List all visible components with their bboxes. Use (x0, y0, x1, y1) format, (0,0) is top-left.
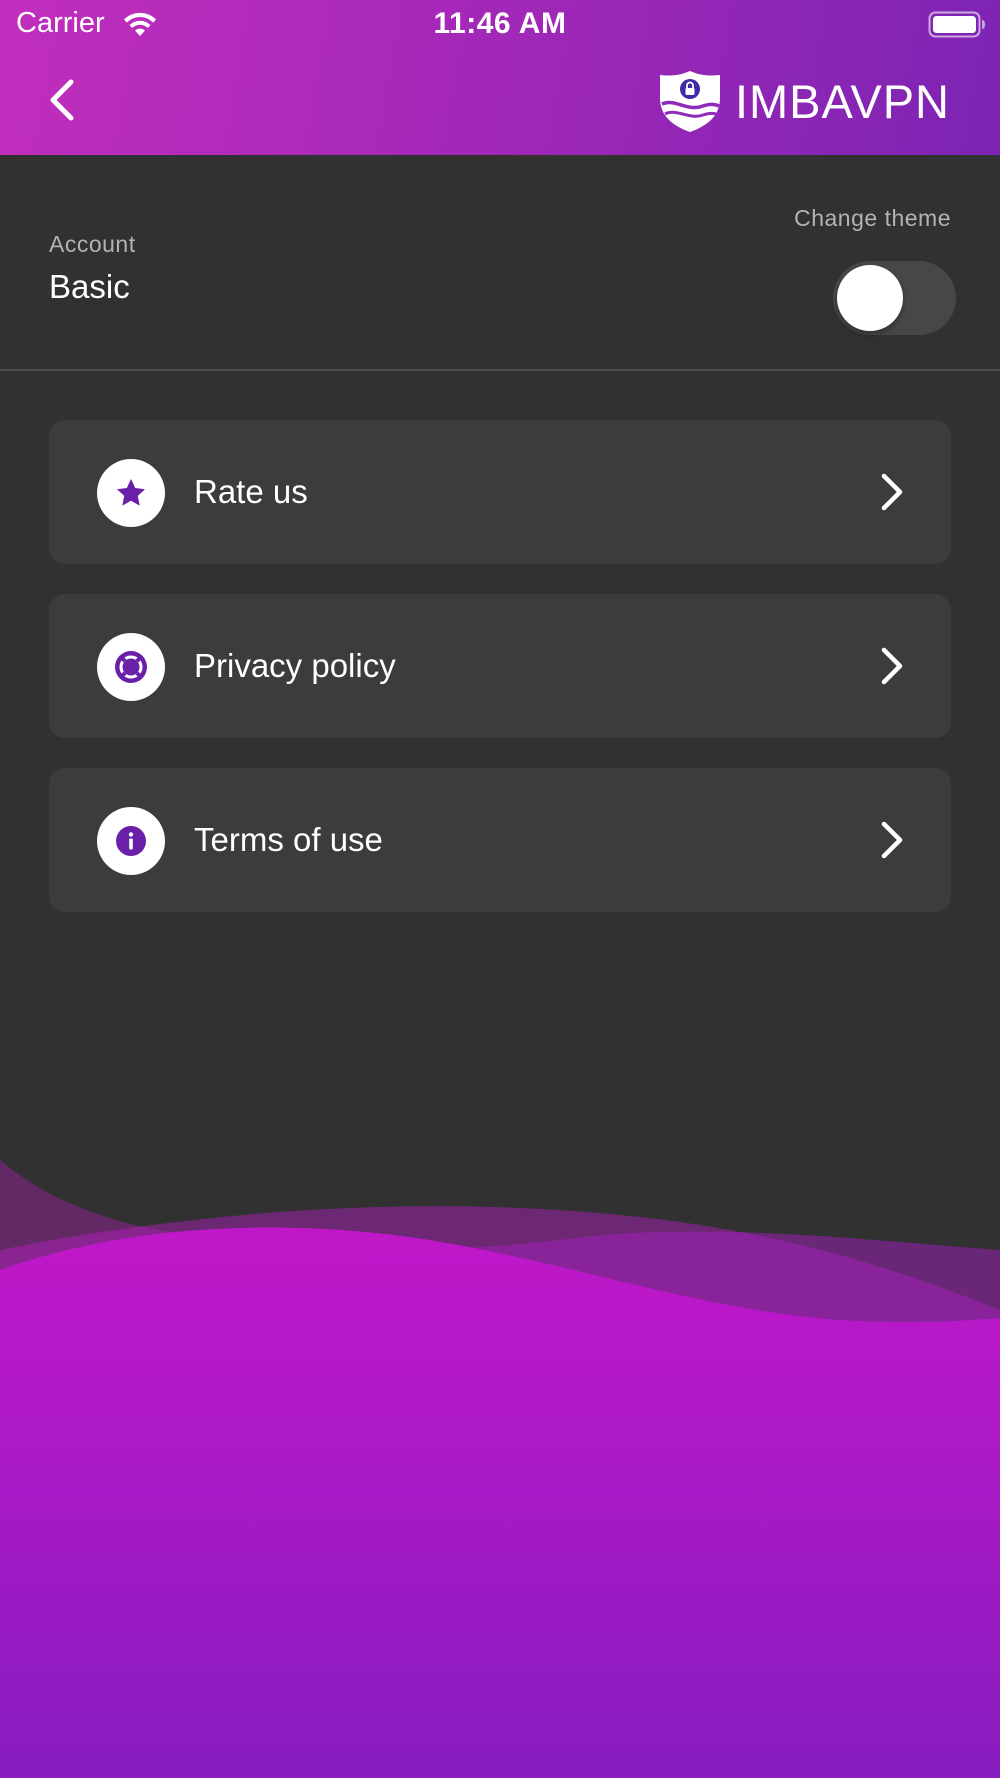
info-icon (116, 826, 146, 856)
account-label: Account (49, 231, 136, 257)
shield-lock-icon (659, 71, 720, 132)
header-bar: Carrier 11:46 AM IMBAVPN (0, 0, 1000, 155)
back-button[interactable] (36, 72, 86, 128)
chevron-right-icon (881, 647, 903, 685)
theme-label: Change theme (794, 205, 951, 231)
account-plan: Basic (49, 268, 130, 305)
theme-toggle[interactable] (833, 261, 956, 335)
terms-of-use-icon-badge (97, 807, 165, 875)
privacy-policy-item[interactable]: Privacy policy (49, 594, 951, 738)
status-bar: Carrier 11:46 AM (0, 0, 1000, 50)
terms-of-use-item[interactable]: Terms of use (49, 768, 951, 912)
terms-of-use-label: Terms of use (194, 821, 383, 858)
battery-icon (928, 11, 985, 38)
chevron-right-icon (881, 473, 903, 511)
decorative-waves (0, 1160, 1000, 1778)
rate-us-item[interactable]: Rate us (49, 420, 951, 564)
lifebuoy-icon (115, 651, 147, 683)
toggle-knob (837, 265, 903, 331)
star-icon (117, 479, 145, 506)
brand-logo: IMBAVPN (657, 66, 950, 136)
rate-us-icon-badge (97, 459, 165, 527)
brand-name: IMBAVPN (734, 74, 950, 128)
status-time: 11:46 AM (433, 7, 567, 40)
menu-list: Rate us Privacy policy Terms of use (49, 420, 951, 942)
chevron-right-icon (881, 821, 903, 859)
privacy-policy-icon-badge (97, 633, 165, 701)
privacy-policy-label: Privacy policy (194, 647, 396, 684)
account-section: Account Basic Change theme (0, 155, 1000, 371)
rate-us-label: Rate us (194, 473, 308, 510)
settings-screen: Carrier 11:46 AM IMBAVPN Account Basic C… (0, 0, 1000, 1778)
chevron-left-icon (50, 79, 74, 121)
